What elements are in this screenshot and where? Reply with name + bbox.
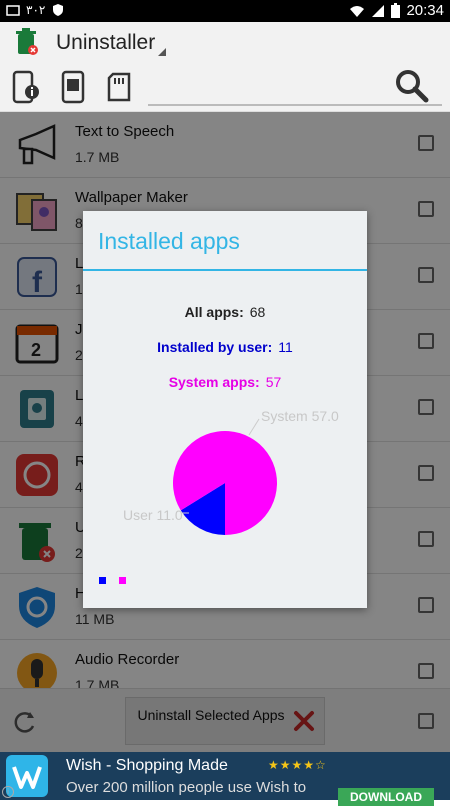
dialog-divider [83, 269, 367, 271]
pie-label: System 57.0 [261, 408, 339, 424]
phone-icon[interactable] [56, 70, 90, 104]
trash-can-icon[interactable] [14, 28, 40, 56]
all-apps-value: 68 [249, 304, 266, 320]
dialog-title: Installed apps [98, 228, 240, 254]
system-apps-stat: System apps: 57 [83, 374, 367, 390]
toolbar [0, 62, 450, 112]
dropdown-arrow-icon[interactable] [158, 48, 166, 56]
system-apps-label: System apps: [168, 374, 260, 390]
ad-info-icon[interactable]: i [2, 786, 14, 798]
ad-subtitle: Over 200 million people use Wish to [66, 779, 307, 796]
ad-banner[interactable]: Wish - Shopping Made ★★★★☆ Over 200 mill… [0, 752, 450, 806]
ad-title: Wish - Shopping Made [66, 757, 228, 774]
notification-icon [6, 5, 20, 16]
arabic-text-icon: ٣٠٢ [26, 3, 46, 17]
legend-user-swatch [99, 577, 106, 584]
legend-system-swatch [119, 577, 126, 584]
system-apps-value: 57 [265, 374, 282, 390]
pie-label-leader [248, 418, 260, 436]
app-bar: Uninstaller [0, 22, 450, 62]
user-apps-label: Installed by user: [157, 339, 273, 355]
sd-card-icon[interactable] [104, 70, 138, 104]
battery-icon [391, 3, 401, 18]
signal-icon [372, 4, 385, 17]
all-apps-stat: All apps: 68 [83, 304, 367, 320]
user-apps-stat: Installed by user: 11 [83, 339, 367, 355]
ad-rating: ★★★★☆ [268, 758, 327, 772]
pie-label: User 11.0 [123, 507, 183, 523]
user-apps-value: 11 [278, 339, 293, 355]
clock: 20:34 [406, 2, 444, 19]
search-icon[interactable] [394, 68, 430, 104]
status-bar: ٣٠٢ 20:34 [0, 0, 450, 22]
installed-apps-dialog: Installed apps All apps: 68 Installed by … [83, 211, 367, 608]
wifi-icon [350, 5, 365, 17]
phone-info-icon[interactable] [10, 70, 44, 104]
search-input[interactable] [148, 104, 442, 106]
ad-download-button[interactable]: DOWNLOAD [338, 788, 434, 806]
all-apps-label: All apps: [184, 304, 244, 320]
apps-pie-chart: User 11.0 System 57.0 [123, 408, 339, 535]
shield-icon [53, 4, 64, 16]
app-title[interactable]: Uninstaller [56, 31, 155, 55]
